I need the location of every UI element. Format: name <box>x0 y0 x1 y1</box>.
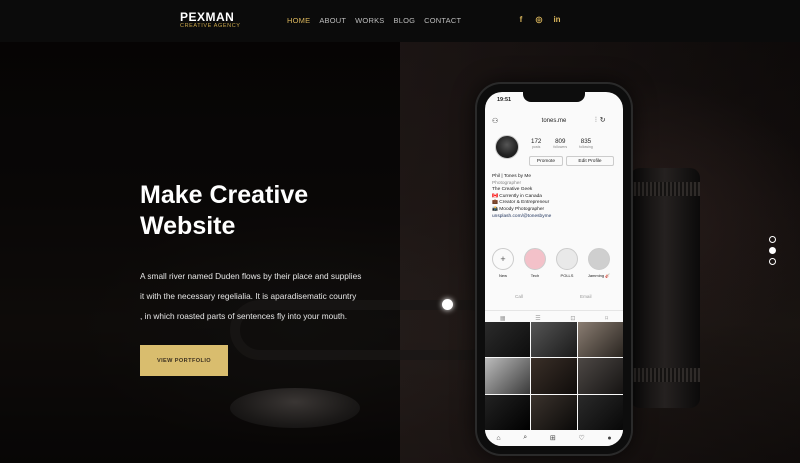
stat-followers: 809 followers <box>553 138 567 149</box>
nav-blog[interactable]: BLOG <box>394 16 416 25</box>
call-label: Call <box>515 294 523 299</box>
logo-name: PEXMAN <box>180 10 235 24</box>
stat-following: 835 following <box>579 138 593 149</box>
tagged-tab-icon: ⊡ <box>570 316 576 322</box>
profile-tabs: ▦ ☰ ⊡ ⌑ <box>485 310 623 322</box>
highlight-label: Tech <box>530 273 540 278</box>
grid-tab-icon: ▦ <box>499 316 506 322</box>
nav-works[interactable]: WORKS <box>355 16 384 25</box>
highlight-jamming: Jamming 🎸 <box>587 248 611 278</box>
hero-background <box>0 0 800 463</box>
search-icon: ⌕ <box>523 434 528 441</box>
grid-photo <box>531 358 577 394</box>
grid-photo <box>485 394 531 430</box>
saved-tab-icon: ⌑ <box>605 316 609 322</box>
stat-value: 835 <box>580 138 592 145</box>
phone-screen: 19:51 ⚇ tones.me ⫶↻ 172 posts 809 follow… <box>485 92 623 446</box>
list-tab-icon: ☰ <box>535 316 541 322</box>
hero-title-line: Website <box>140 212 236 240</box>
light-reflection <box>442 299 453 310</box>
stat-posts: 172 posts <box>531 138 541 149</box>
linkedin-icon[interactable]: in <box>552 14 562 24</box>
phone-tab-bar: ⌂ ⌕ ⊞ ♡ ● <box>485 430 623 446</box>
slider-pagination <box>769 236 776 265</box>
highlight-label: POLLS <box>560 273 574 278</box>
slider-dot-active[interactable] <box>769 247 776 254</box>
email-label: Email <box>580 294 592 299</box>
profile-avatar <box>495 135 519 159</box>
grid-photo <box>577 358 623 394</box>
stat-value: 809 <box>555 138 566 145</box>
highlight-tech: Tech <box>523 248 547 278</box>
stat-value: 172 <box>531 138 542 145</box>
slider-dot[interactable] <box>769 236 776 243</box>
lens-cap-image <box>230 388 360 428</box>
profile-stats: 172 posts 809 followers 835 following <box>531 138 593 149</box>
camera-lens-image <box>630 168 700 408</box>
facebook-icon[interactable]: f <box>516 14 526 24</box>
social-links: f ◎ in <box>516 14 562 24</box>
hero-title-line: Make Creative <box>140 181 309 209</box>
hero-title: Make Creative Website <box>140 180 400 242</box>
bio-line: 📸 Moody Photographer <box>492 206 545 212</box>
bio-line: Phil | Tones by Me <box>492 174 532 179</box>
bio-link: unsplash.com/@tonesbyme <box>492 213 552 219</box>
highlight-label: Jamming 🎸 <box>587 273 611 278</box>
hero-description: A small river named Duden flows by their… <box>140 266 390 326</box>
phone-mockup: 19:51 ⚇ tones.me ⫶↻ 172 posts 809 follow… <box>477 84 631 454</box>
heart-icon: ♡ <box>578 435 585 442</box>
stat-label: followers <box>553 145 568 149</box>
grid-photo <box>485 322 531 358</box>
nav-contact[interactable]: CONTACT <box>424 16 461 25</box>
home-icon: ⌂ <box>496 434 501 442</box>
grid-photo <box>577 322 623 358</box>
slider-dot[interactable] <box>769 258 776 265</box>
grid-photo <box>485 358 531 394</box>
bio-line: 💼 Creator & Entrepreneur <box>492 200 550 206</box>
bio-line: The Creative Geek <box>492 187 533 193</box>
photo-grid <box>485 322 623 430</box>
profile-buttons: Promote Edit Profile <box>529 156 614 166</box>
highlight-thumb <box>556 248 578 270</box>
profile-icon: ● <box>607 434 612 442</box>
grid-photo <box>531 394 577 430</box>
hero-desc-line: , in which roasted parts of sentences fl… <box>140 311 348 321</box>
profile-bio: Phil | Tones by Me Photographer The Crea… <box>492 174 551 220</box>
phone-notch <box>523 92 585 102</box>
edit-profile-button: Edit Profile <box>566 156 614 166</box>
highlight-thumb <box>524 248 546 270</box>
hero-desc-line: it with the necessary regelialia. It is … <box>140 291 357 301</box>
stat-label: posts <box>531 145 541 149</box>
highlight-polls: POLLS <box>555 248 579 278</box>
main-menu: HOME ABOUT WORKS BLOG CONTACT <box>287 16 461 25</box>
nav-about[interactable]: ABOUT <box>319 16 346 25</box>
menu-icon: ⫶↻ <box>595 117 609 124</box>
view-portfolio-button[interactable]: VIEW PORTFOLIO <box>140 345 228 376</box>
navbar: PEXMAN CREATIVE AGENCY HOME ABOUT WORKS … <box>0 0 800 42</box>
logo[interactable]: PEXMAN CREATIVE AGENCY <box>180 11 241 30</box>
highlight-thumb <box>588 248 610 270</box>
highlight-label: New <box>498 273 507 278</box>
plus-icon: + <box>492 248 514 270</box>
instagram-icon[interactable]: ◎ <box>534 14 544 24</box>
logo-tagline: CREATIVE AGENCY <box>180 23 241 29</box>
phone-time: 19:51 <box>497 97 512 103</box>
grid-photo <box>577 394 623 430</box>
grid-photo <box>531 322 577 358</box>
stat-label: following <box>579 145 593 149</box>
nav-home[interactable]: HOME <box>287 16 310 25</box>
promote-button: Promote <box>529 156 563 166</box>
highlight-new: + New <box>491 248 515 278</box>
add-post-icon: ⊞ <box>549 435 556 442</box>
hero-desc-line: A small river named Duden flows by their… <box>140 271 362 281</box>
